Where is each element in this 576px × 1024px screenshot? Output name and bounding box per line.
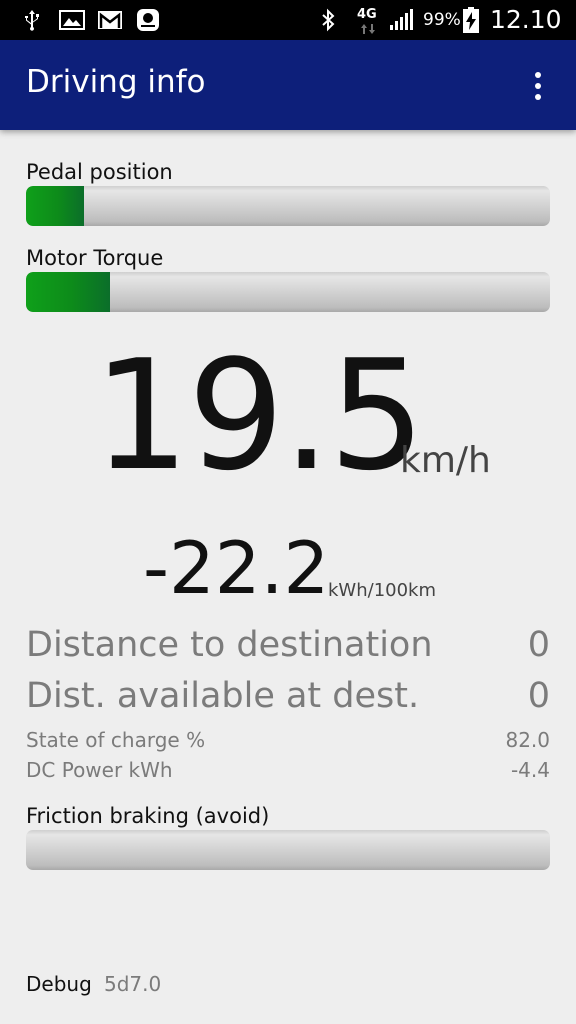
distance-to-destination-value: 0 <box>527 625 550 665</box>
battery-charging-icon <box>463 7 479 33</box>
distance-to-destination-label: Distance to destination <box>26 625 433 665</box>
galaxy-app-icon <box>137 9 159 31</box>
pedal-position-fill <box>26 186 84 226</box>
pedal-position-label: Pedal position <box>26 160 173 184</box>
battery-percent: 99% <box>423 10 461 30</box>
dc-power-value: -4.4 <box>510 758 550 782</box>
clock: 12.10 <box>490 5 562 34</box>
dc-power-row: DC Power kWh -4.4 <box>26 758 550 782</box>
debug-value: 5d7.0 <box>104 972 162 996</box>
consumption-unit: kWh/100km <box>328 580 437 601</box>
dist-available-value: 0 <box>527 676 550 716</box>
debug-label: Debug <box>26 972 92 996</box>
signal-icon <box>390 9 413 30</box>
consumption-value: -22.2 <box>143 526 330 610</box>
friction-braking-bar <box>26 830 550 870</box>
status-bar: 4G 99% 12.10 <box>0 0 576 40</box>
distance-to-destination-row: Distance to destination 0 <box>26 625 550 665</box>
page-title: Driving info <box>26 64 206 100</box>
pedal-position-bar <box>26 186 550 226</box>
motor-torque-fill <box>26 272 110 312</box>
state-of-charge-label: State of charge % <box>26 728 206 752</box>
motor-torque-label: Motor Torque <box>26 246 164 270</box>
state-of-charge-row: State of charge % 82.0 <box>26 728 550 752</box>
usb-icon <box>25 10 39 31</box>
friction-braking-label: Friction braking (avoid) <box>26 804 270 828</box>
bluetooth-icon <box>322 8 335 32</box>
overflow-menu-icon[interactable] <box>522 68 554 104</box>
network-type-label: 4G <box>357 7 377 22</box>
gallery-icon <box>59 10 85 30</box>
motor-torque-bar <box>26 272 550 312</box>
speed-value: 19.5 <box>93 327 425 504</box>
gmail-icon <box>98 11 122 29</box>
dist-available-label: Dist. available at dest. <box>26 676 420 716</box>
dc-power-label: DC Power kWh <box>26 758 173 782</box>
dist-available-row: Dist. available at dest. 0 <box>26 676 550 716</box>
data-activity-icon <box>361 24 375 34</box>
speed-unit: km/h <box>400 440 491 481</box>
state-of-charge-value: 82.0 <box>505 728 550 752</box>
app-bar: Driving info <box>0 40 576 130</box>
